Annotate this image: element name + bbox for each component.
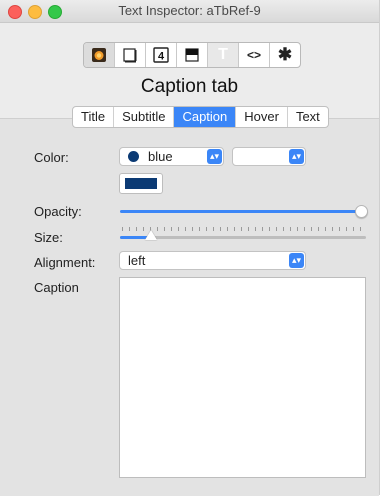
general-inspector-button[interactable] — [84, 43, 115, 67]
opacity-slider-track[interactable] — [120, 210, 364, 213]
color-name-popup[interactable]: blue ▴▾ — [119, 147, 224, 166]
properties-icon — [185, 48, 199, 62]
chevron-updown-icon: ▴▾ — [289, 253, 304, 268]
size-ticks — [122, 227, 362, 231]
color-swatch-well[interactable] — [119, 173, 163, 194]
caption-label: Caption — [34, 280, 79, 295]
alignment-value: left — [128, 253, 146, 268]
svg-text:4: 4 — [158, 51, 165, 63]
tab-bar: Title Subtitle Caption Hover Text — [72, 106, 329, 128]
opacity-slider-knob[interactable] — [355, 205, 368, 218]
size-label: Size: — [34, 230, 63, 245]
properties-inspector-button[interactable] — [177, 43, 208, 67]
tab-subtitle[interactable]: Subtitle — [114, 107, 175, 127]
gear-icon: ✱ — [277, 45, 293, 64]
title-bar: Text Inspector: aTbRef-9 — [0, 0, 379, 23]
code-icon: <> — [246, 48, 261, 62]
color-dot-icon — [128, 151, 139, 162]
color-swatch — [125, 178, 157, 189]
chevron-updown-icon: ▴▾ — [207, 149, 222, 164]
tab-caption[interactable]: Caption — [174, 107, 237, 127]
caption-textarea[interactable] — [119, 277, 366, 478]
opacity-label: Opacity: — [34, 204, 82, 219]
color-scheme-popup[interactable]: ▴▾ — [232, 147, 306, 166]
close-window-button[interactable] — [8, 5, 22, 19]
appearance-icon — [123, 48, 137, 63]
minimize-window-button[interactable] — [28, 5, 42, 19]
general-icon — [92, 48, 106, 62]
page-title: Caption tab — [140, 76, 239, 97]
alignment-popup[interactable]: left ▴▾ — [119, 251, 306, 270]
chevron-updown-icon: ▴▾ — [289, 149, 304, 164]
alignment-label: Alignment: — [34, 255, 96, 270]
quickstamp-inspector-button[interactable]: 4 — [146, 43, 177, 67]
color-value: blue — [148, 149, 173, 164]
tab-hover[interactable]: Hover — [236, 107, 288, 127]
zoom-window-button[interactable] — [48, 5, 62, 19]
action-code-inspector-button[interactable]: <> — [239, 43, 270, 67]
tab-text[interactable]: Text — [288, 107, 328, 127]
inspector-window: Text Inspector: aTbRef-9 4 T <> ✱ Captio… — [0, 0, 380, 496]
tab-title[interactable]: Title — [73, 107, 115, 127]
appearance-inspector-button[interactable] — [115, 43, 146, 67]
window-title: Text Inspector: aTbRef-9 — [118, 3, 261, 18]
text-inspector-button[interactable]: T — [208, 43, 239, 67]
size-slider-knob[interactable] — [145, 230, 157, 240]
inspector-toolbar: 4 T <> ✱ — [83, 42, 301, 68]
text-icon: T — [218, 46, 228, 63]
quickstamp-icon: 4 — [153, 47, 169, 63]
general-settings-inspector-button[interactable]: ✱ — [270, 43, 300, 67]
color-label: Color: — [34, 150, 69, 165]
